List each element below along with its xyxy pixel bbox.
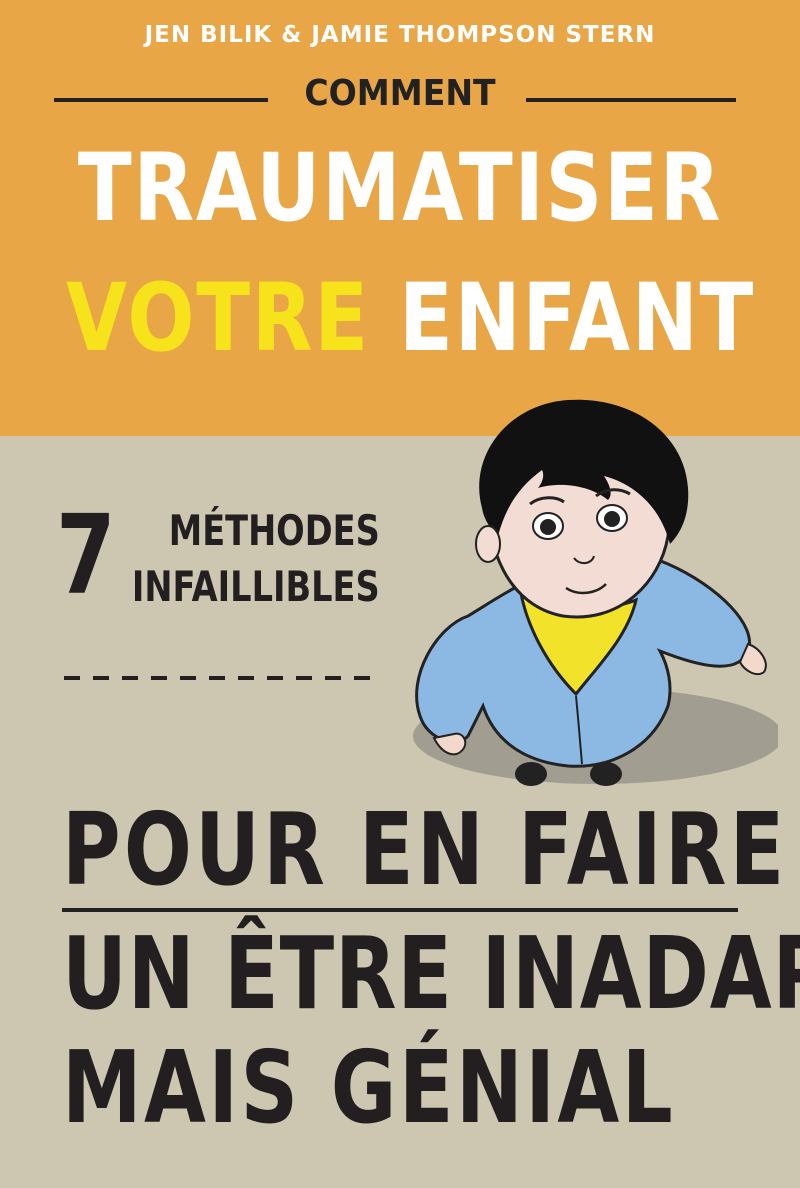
title-traumatiser: TRAUMATISER [77, 134, 723, 243]
child-right-pupil [604, 511, 620, 527]
methods-label-line2: INFAILLIBLES [132, 562, 380, 611]
child-illustration [413, 399, 778, 786]
methods-label-line1: MÉTHODES [168, 506, 380, 555]
title-comment: COMMENT [304, 73, 496, 114]
subtitle-rule [62, 908, 738, 912]
subtitle-line3: MAIS GÉNIAL [62, 1029, 676, 1146]
title-votre-enfant: VOTRE ENFANT [66, 272, 755, 366]
methods-count: 7 [56, 491, 116, 619]
subtitle-line2: UN ÊTRE INADAPTÉ [62, 915, 800, 1032]
child-left-ear [475, 525, 501, 563]
dashed-divider [64, 676, 380, 680]
book-cover: JEN BILIK & JAMIE THOMPSON STERN COMMENT… [0, 0, 800, 1188]
child-left-pupil [540, 519, 556, 535]
title-rule-right [526, 98, 736, 102]
authors: JEN BILIK & JAMIE THOMPSON STERN [144, 22, 656, 48]
subtitle-line1: POUR EN FAIRE [62, 791, 788, 908]
title-enfant: ENFANT [399, 264, 756, 373]
child-left-shoe [515, 762, 547, 786]
title-votre: VOTRE [66, 264, 370, 373]
